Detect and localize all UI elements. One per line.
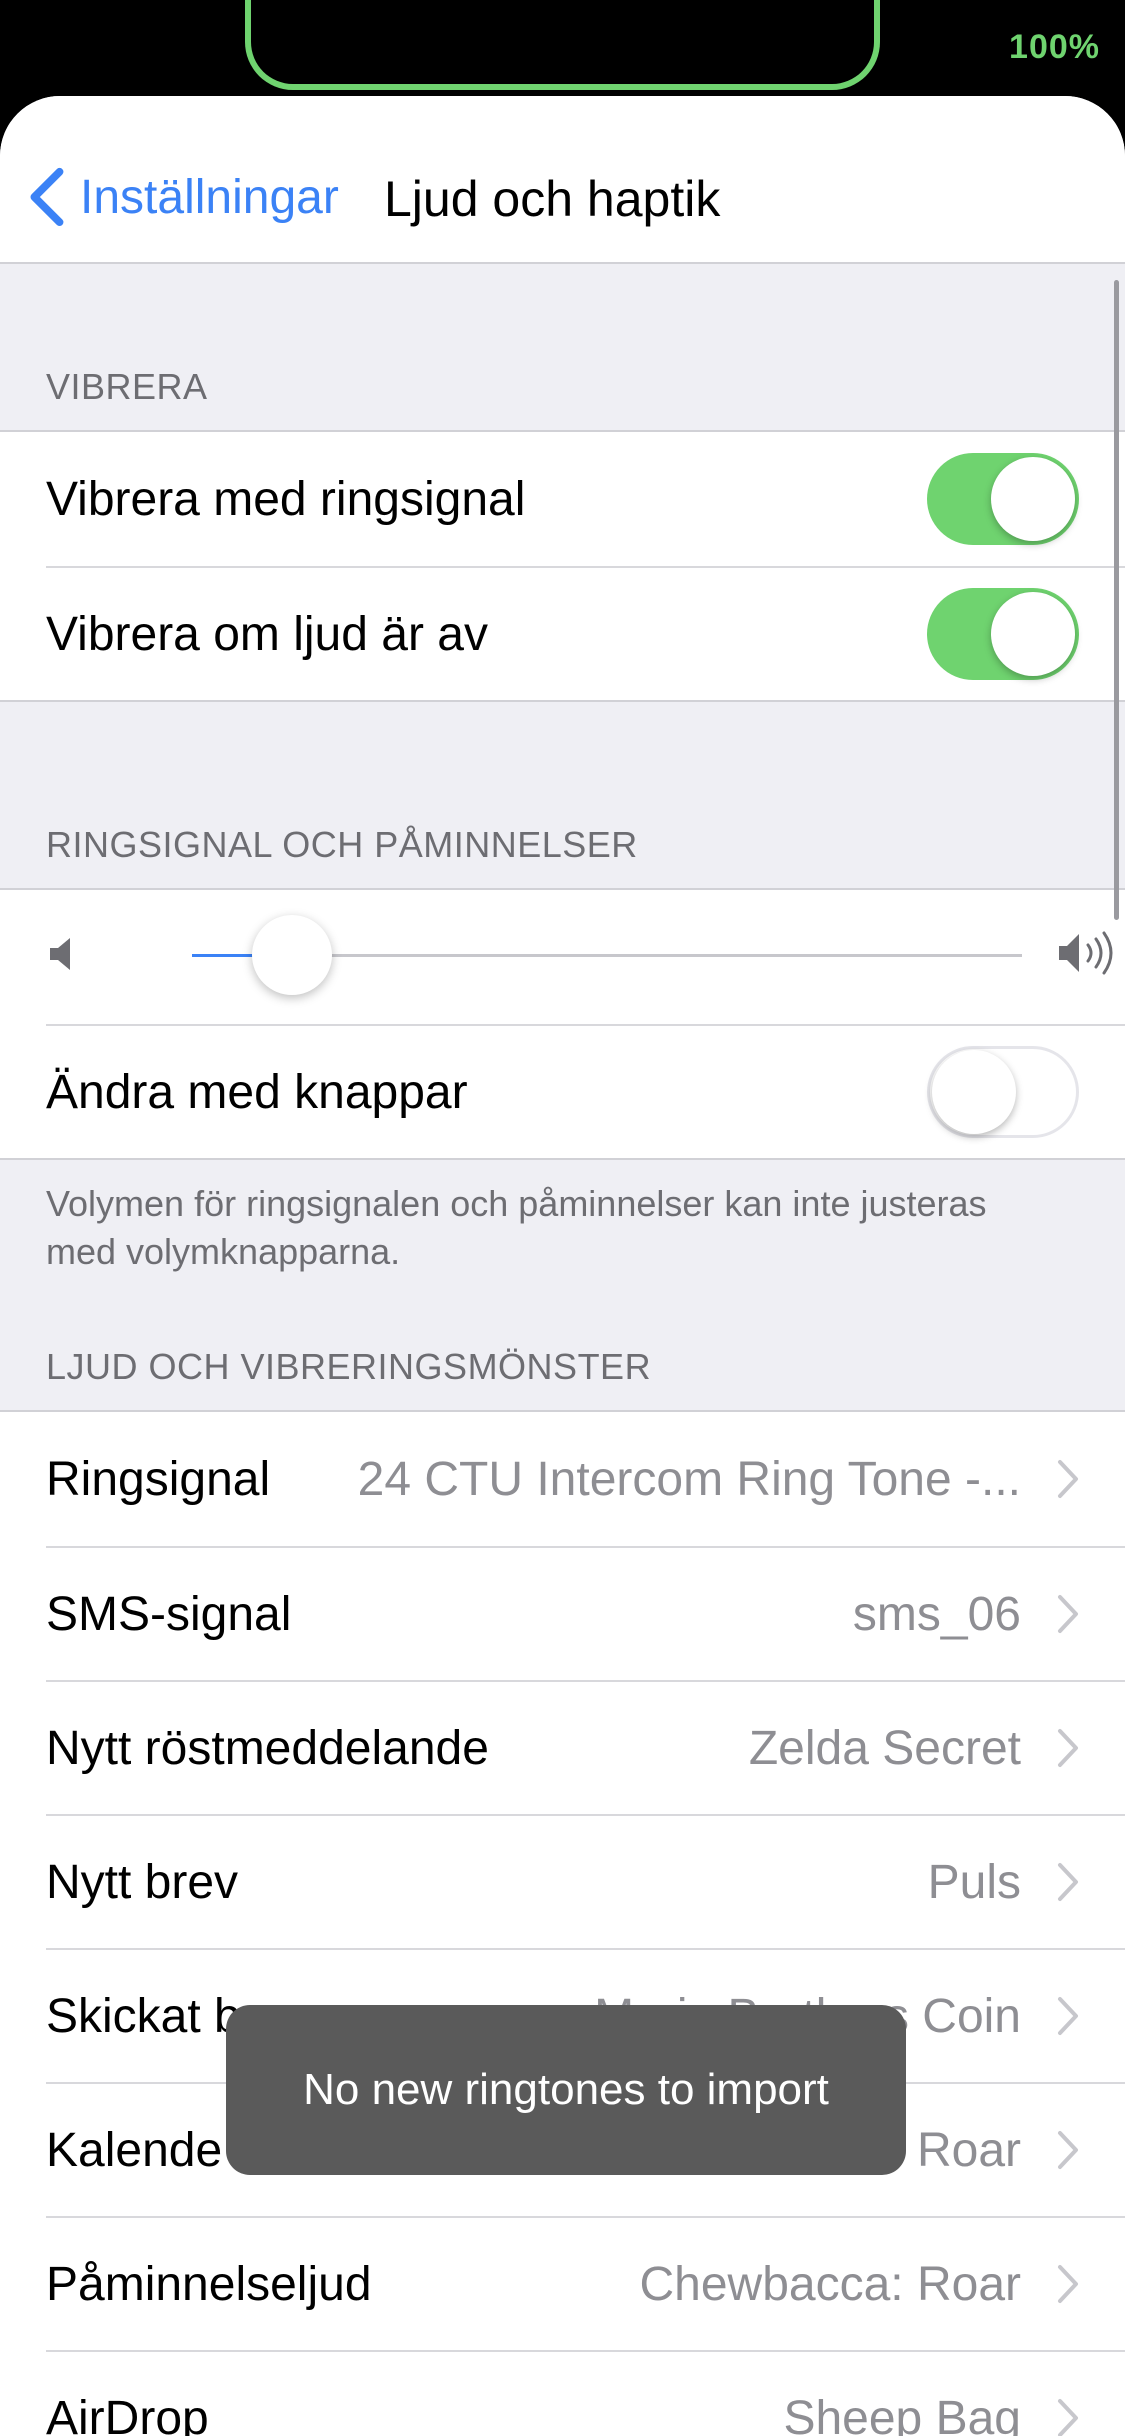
notch: [245, 0, 880, 90]
volume-slider[interactable]: [192, 915, 1022, 995]
row-reminder-alerts[interactable]: Påminnelseljud Chewbacca: Roar: [46, 2216, 1125, 2350]
toast-message: No new ringtones to import: [226, 2005, 906, 2175]
row-label: Nytt brev: [46, 1855, 239, 1909]
toggle-knob: [991, 592, 1075, 676]
chevron-right-icon: [1058, 1595, 1078, 1633]
back-button-label: Inställningar: [80, 170, 339, 224]
row-airdrop[interactable]: AirDrop Sheep Bag: [46, 2350, 1125, 2436]
toggle-knob: [991, 457, 1075, 541]
section-header-ringer: RINGSIGNAL OCH PÅMINNELSER: [46, 824, 638, 865]
section-header-sounds: LJUD OCH VIBRERINGSMÖNSTER: [46, 1346, 652, 1387]
chevron-right-icon: [1058, 2131, 1078, 2169]
row-label: Vibrera med ringsignal: [46, 472, 526, 526]
screen: 100% Inställningar Ljud och haptik VIBRE…: [0, 0, 1125, 2436]
row-vibrate-silent: Vibrera om ljud är av: [46, 566, 1125, 700]
row-vibrate-with-ringer: Vibrera med ringsignal: [46, 432, 1125, 566]
chevron-right-icon: [1058, 2399, 1078, 2436]
row-value: Zelda Secret: [748, 1721, 1021, 1775]
row-value: sms_06: [852, 1587, 1021, 1641]
row-label: AirDrop: [46, 2391, 209, 2436]
row-label: Kalende: [46, 2123, 223, 2177]
row-sms-tone[interactable]: SMS-signal sms_06: [46, 1546, 1125, 1680]
toggle-vibrate-with-ringer[interactable]: [927, 453, 1079, 545]
row-new-mail[interactable]: Nytt brev Puls: [46, 1814, 1125, 1948]
toggle-vibrate-silent[interactable]: [927, 588, 1079, 680]
sounds-group: Ringsignal 24 CTU Intercom Ring Tone -..…: [0, 1410, 1125, 2436]
row-label: Påminnelseljud: [46, 2257, 372, 2311]
volume-slider-thumb[interactable]: [251, 915, 332, 995]
row-label: Ändra med knappar: [46, 1065, 468, 1119]
vibrate-group: Vibrera med ringsignal Vibrera om ljud ä…: [0, 430, 1125, 702]
chevron-right-icon: [1058, 1863, 1078, 1901]
row-value: Sheep Bag: [783, 2391, 1021, 2436]
row-label: Ringsignal: [46, 1452, 271, 1506]
speaker-low-icon: [50, 938, 70, 970]
toggle-knob: [932, 1050, 1016, 1134]
row-label: Vibrera om ljud är av: [46, 607, 488, 661]
section-header-vibrate: VIBRERA: [46, 366, 208, 407]
row-new-voicemail[interactable]: Nytt röstmeddelande Zelda Secret: [46, 1680, 1125, 1814]
row-value: Puls: [927, 1855, 1021, 1909]
row-value: Chewbacca: Roar: [639, 2257, 1021, 2311]
row-change-with-buttons: Ändra med knappar: [46, 1024, 1125, 1158]
row-value: 24 CTU Intercom Ring Tone -...: [357, 1452, 1021, 1506]
row-label: SMS-signal: [46, 1587, 292, 1641]
page-title: Ljud och haptik: [384, 171, 721, 227]
ringer-group: Ändra med knappar: [0, 888, 1125, 1160]
navigation-bar: Inställningar Ljud och haptik: [0, 96, 1125, 264]
toggle-change-with-buttons[interactable]: [927, 1046, 1079, 1138]
speaker-high-icon: [1059, 931, 1113, 975]
chevron-left-icon: [30, 167, 64, 227]
ringer-footer-note: Volymen för ringsignalen och påminnelser…: [46, 1183, 987, 1272]
chevron-right-icon: [1058, 2265, 1078, 2303]
chevron-right-icon: [1058, 1729, 1078, 1767]
battery-percentage: 100%: [1009, 28, 1100, 66]
row-label: Nytt röstmeddelande: [46, 1721, 489, 1775]
chevron-right-icon: [1058, 1460, 1078, 1498]
row-value: Roar: [916, 2123, 1021, 2177]
row-ringer-volume: [46, 890, 1125, 1024]
back-button[interactable]: Inställningar: [26, 166, 339, 228]
scrollbar[interactable]: [1114, 280, 1119, 920]
chevron-right-icon: [1058, 1997, 1078, 2035]
row-ringtone[interactable]: Ringsignal 24 CTU Intercom Ring Tone -..…: [46, 1412, 1125, 1546]
